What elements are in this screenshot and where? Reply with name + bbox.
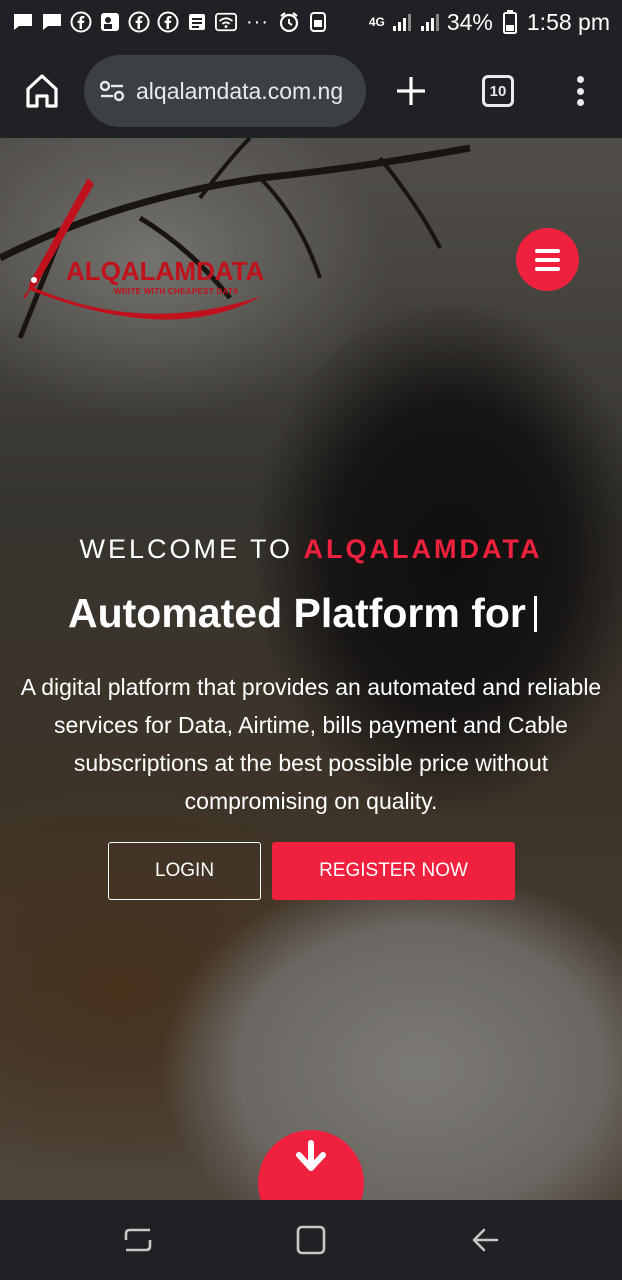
menu-button[interactable] xyxy=(516,228,579,291)
more-dots-icon: ··· xyxy=(246,10,269,33)
signal-icon xyxy=(391,11,413,33)
browser-menu-button[interactable] xyxy=(570,72,590,110)
plus-icon xyxy=(397,77,425,105)
system-status: 4G 34% 1:58 pm xyxy=(369,9,610,36)
status-bar: ··· 4G 34% 1:58 pm xyxy=(0,0,622,44)
welcome-brand: ALQALAMDATA xyxy=(303,534,543,564)
app-icon xyxy=(99,11,121,33)
message-icon xyxy=(41,11,63,33)
tab-switcher-button[interactable]: 10 xyxy=(482,75,514,107)
home-icon xyxy=(26,74,58,108)
facebook-icon xyxy=(128,11,150,33)
clock: 1:58 pm xyxy=(526,8,610,35)
register-button[interactable]: REGISTER NOW xyxy=(272,842,515,900)
alarm-icon xyxy=(278,11,300,33)
site-logo[interactable]: ALQALAMDATA WRITE WITH CHEAPEST DATA xyxy=(22,176,282,346)
headline-text: Automated Platform for xyxy=(68,590,526,636)
login-button[interactable]: LOGIN xyxy=(108,842,261,900)
sim-icon xyxy=(307,11,329,33)
home-button[interactable] xyxy=(22,71,62,111)
tab-count: 10 xyxy=(489,82,507,100)
notification-icons: ··· xyxy=(12,11,329,34)
hero-description: A digital platform that provides an auto… xyxy=(20,674,602,814)
browser-toolbar: alqalamdata.com.ng 10 xyxy=(0,44,622,138)
facebook-icon xyxy=(157,11,179,33)
notes-icon xyxy=(186,11,208,33)
headline: Automated Platform for xyxy=(68,590,537,637)
signal-icon xyxy=(419,11,441,33)
back-icon[interactable] xyxy=(467,1222,503,1258)
welcome-prefix: WELCOME TO xyxy=(79,534,294,564)
wifi-icon xyxy=(215,11,237,33)
navigation-bar xyxy=(0,1200,622,1280)
facebook-icon xyxy=(70,11,92,33)
home-nav-icon[interactable] xyxy=(293,1222,329,1258)
network-type: 4G xyxy=(368,15,385,29)
new-tab-button[interactable] xyxy=(394,74,428,108)
hero-section: ALQALAMDATA WRITE WITH CHEAPEST DATA WEL… xyxy=(0,138,622,1200)
battery-percent: 34% xyxy=(446,8,493,35)
hamburger-icon xyxy=(535,248,560,253)
address-bar[interactable]: alqalamdata.com.ng xyxy=(84,55,366,127)
logo-text: ALQALAMDATA xyxy=(66,256,265,286)
recent-apps-icon[interactable] xyxy=(120,1222,156,1258)
logo-tagline: WRITE WITH CHEAPEST DATA xyxy=(114,287,239,296)
battery-icon xyxy=(499,10,521,34)
welcome-heading: WELCOME TO ALQALAMDATA xyxy=(0,534,622,565)
arrow-down-icon xyxy=(296,1140,326,1171)
site-settings-icon[interactable] xyxy=(96,75,128,107)
url-text[interactable]: alqalamdata.com.ng xyxy=(136,78,343,105)
message-icon xyxy=(12,11,34,33)
typing-caret xyxy=(533,596,537,632)
